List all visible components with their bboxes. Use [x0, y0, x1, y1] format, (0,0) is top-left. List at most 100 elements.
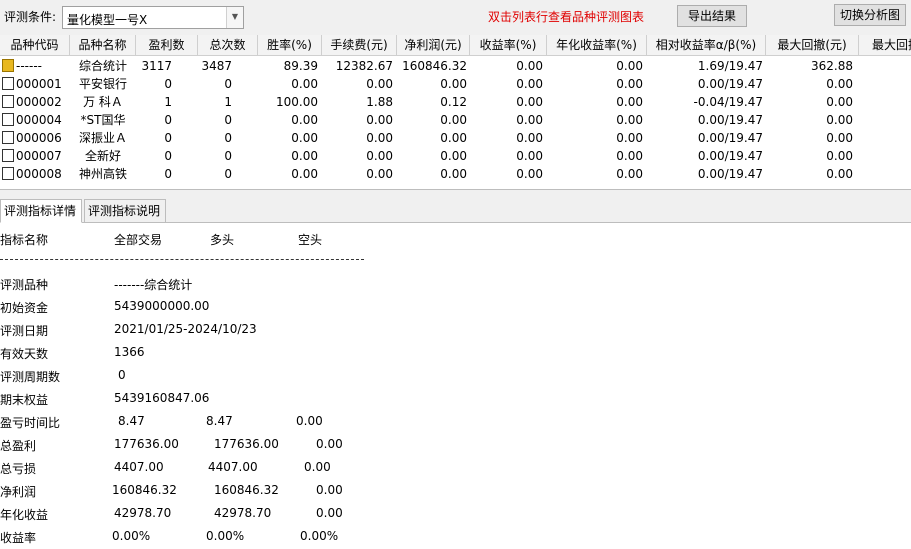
tab-detail[interactable]: 评测指标详情 [0, 199, 82, 223]
folder-icon [2, 59, 14, 72]
table-row[interactable]: 000004 *ST国华 0 0 0.00 0.00 0.00 0.00 0.00 0.00/19… [0, 111, 911, 129]
cell-max-drawdown: 0.00 [826, 95, 853, 109]
detail-all-value: 0.00% [112, 529, 151, 543]
col-total[interactable]: 总次数 [198, 35, 258, 56]
detail-short-value: 0.00 [316, 483, 343, 497]
detail-long-value: 4407.00 [208, 460, 258, 474]
col-max-drawdown-2[interactable]: 最大回撤 [859, 35, 911, 56]
cell-name: 神州高铁 [78, 167, 127, 181]
detail-all-value: 42978.70 [114, 506, 172, 520]
model-select-value: 量化模型一号X [67, 13, 148, 27]
cell-fee: 12382.67 [335, 59, 393, 73]
cell-code: 000007 [16, 149, 62, 163]
detail-all-value: 5439160847.06 [114, 391, 210, 405]
tab-explain[interactable]: 评测指标说明 [84, 199, 166, 223]
cell-wins: 0 [164, 131, 172, 145]
cell-annual-return: 0.00 [616, 113, 643, 127]
col-fee[interactable]: 手续费(元) [322, 35, 397, 56]
col-max-drawdown[interactable]: 最大回撤(元) [766, 35, 859, 56]
table-row[interactable]: ------ 综合统计 3117 3487 89.39 12382.67 160846.32… [0, 57, 911, 75]
detail-short-value: 0.00 [316, 437, 343, 451]
cell-code: 000008 [16, 167, 62, 181]
cell-relative-return: -0.04/19.47 [693, 95, 763, 109]
cell-net-profit: 0.00 [440, 113, 467, 127]
col-name[interactable]: 品种名称 [70, 35, 136, 56]
hint-text: 双击列表行查看品种评测图表 [488, 10, 645, 24]
detail-all-value: 8.47 [118, 414, 145, 428]
document-icon [2, 131, 14, 144]
cell-winrate: 0.00 [291, 113, 318, 127]
cell-code: 000002 [16, 95, 62, 109]
cell-winrate: 0.00 [291, 149, 318, 163]
detail-all-value: 4407.00 [114, 460, 164, 474]
dashed-divider [0, 259, 364, 260]
col-relative-return[interactable]: 相对收益率α/β(%) [647, 35, 766, 56]
table-row[interactable]: 000001 平安银行 0 0 0.00 0.00 0.00 0.00 0.00 0.00/19.… [0, 75, 911, 93]
col-return[interactable]: 收益率(%) [470, 35, 547, 56]
cell-relative-return: 0.00/19.47 [697, 77, 763, 91]
cell-max-drawdown: 0.00 [826, 113, 853, 127]
detail-header-all: 全部交易 [114, 233, 163, 247]
chevron-down-icon[interactable]: ▼ [226, 7, 243, 28]
detail-metric-name: 评测周期数 [0, 370, 61, 384]
splitter[interactable] [0, 189, 911, 197]
cell-code: ------ [16, 59, 42, 73]
cell-return: 0.00 [516, 131, 543, 145]
detail-long-value: 177636.00 [214, 437, 279, 451]
detail-all-value: 2021/01/25-2024/10/23 [114, 322, 257, 336]
detail-panel: 指标名称 全部交易 多头 空头 评测品种 -------综合统计 初始资金 54390… [0, 223, 911, 549]
detail-all-value: 160846.32 [112, 483, 177, 497]
detail-metric-name: 期末权益 [0, 393, 49, 407]
cell-max-drawdown: 0.00 [826, 167, 853, 181]
detail-metric-name: 总盈利 [0, 439, 37, 453]
cell-winrate: 0.00 [291, 77, 318, 91]
detail-metric-name: 盈亏时间比 [0, 416, 61, 430]
cell-return: 0.00 [516, 77, 543, 91]
cell-max-drawdown: 362.88 [811, 59, 853, 73]
detail-all-value: 5439000000.00 [114, 299, 210, 313]
detail-long-value: 160846.32 [214, 483, 279, 497]
cell-net-profit: 0.00 [440, 77, 467, 91]
cell-return: 0.00 [516, 113, 543, 127]
cell-code: 000001 [16, 77, 62, 91]
cell-net-profit: 160846.32 [402, 59, 467, 73]
export-results-button[interactable]: 导出结果 [677, 5, 747, 27]
cell-total: 0 [224, 131, 232, 145]
cell-net-profit: 0.00 [440, 167, 467, 181]
col-wins[interactable]: 盈利数 [136, 35, 198, 56]
table-row[interactable]: 000007 全新好 0 0 0.00 0.00 0.00 0.00 0.00 0.00/19.4… [0, 147, 911, 165]
detail-metric-name: 总亏损 [0, 462, 37, 476]
cell-total: 0 [224, 77, 232, 91]
cell-max-drawdown: 0.00 [826, 131, 853, 145]
cell-wins: 0 [164, 113, 172, 127]
col-net-profit[interactable]: 净利润(元) [397, 35, 470, 56]
cell-annual-return: 0.00 [616, 59, 643, 73]
col-winrate[interactable]: 胜率(%) [258, 35, 322, 56]
table-row[interactable]: 000002 万 科Ａ 1 1 100.00 1.88 0.12 0.00 0.00 -0.04/… [0, 93, 911, 111]
detail-metric-name: 净利润 [0, 485, 37, 499]
tab-bar: 评测指标详情 评测指标说明 [0, 197, 911, 223]
cell-name: 深振业Ａ [78, 131, 127, 145]
results-table[interactable]: 品种代码 品种名称 盈利数 总次数 胜率(%) 手续费(元) 净利润(元) 收益… [0, 35, 911, 189]
detail-metric-name: 初始资金 [0, 301, 49, 315]
cell-net-profit: 0.12 [440, 95, 467, 109]
detail-metric-name: 评测日期 [0, 324, 49, 338]
table-header: 品种代码 品种名称 盈利数 总次数 胜率(%) 手续费(元) 净利润(元) 收益… [0, 35, 911, 56]
table-row[interactable]: 000008 神州高铁 0 0 0.00 0.00 0.00 0.00 0.00 0.00/19.… [0, 165, 911, 183]
switch-chart-button[interactable]: 切换分析图 [834, 4, 906, 26]
cell-wins: 3117 [141, 59, 172, 73]
document-icon [2, 95, 14, 108]
cell-max-drawdown: 0.00 [826, 77, 853, 91]
cell-annual-return: 0.00 [616, 131, 643, 145]
cell-code: 000004 [16, 113, 62, 127]
model-select[interactable]: 量化模型一号X ▼ [62, 6, 244, 29]
cell-net-profit: 0.00 [440, 131, 467, 145]
cell-annual-return: 0.00 [616, 167, 643, 181]
cell-wins: 1 [164, 95, 172, 109]
detail-all-value: 0 [118, 368, 126, 382]
table-row[interactable]: 000006 深振业Ａ 0 0 0.00 0.00 0.00 0.00 0.00 0.00/19.… [0, 129, 911, 147]
cell-total: 3487 [201, 59, 232, 73]
col-code[interactable]: 品种代码 [0, 35, 70, 56]
col-annual-return[interactable]: 年化收益率(%) [547, 35, 647, 56]
condition-label: 评测条件: [4, 10, 57, 24]
